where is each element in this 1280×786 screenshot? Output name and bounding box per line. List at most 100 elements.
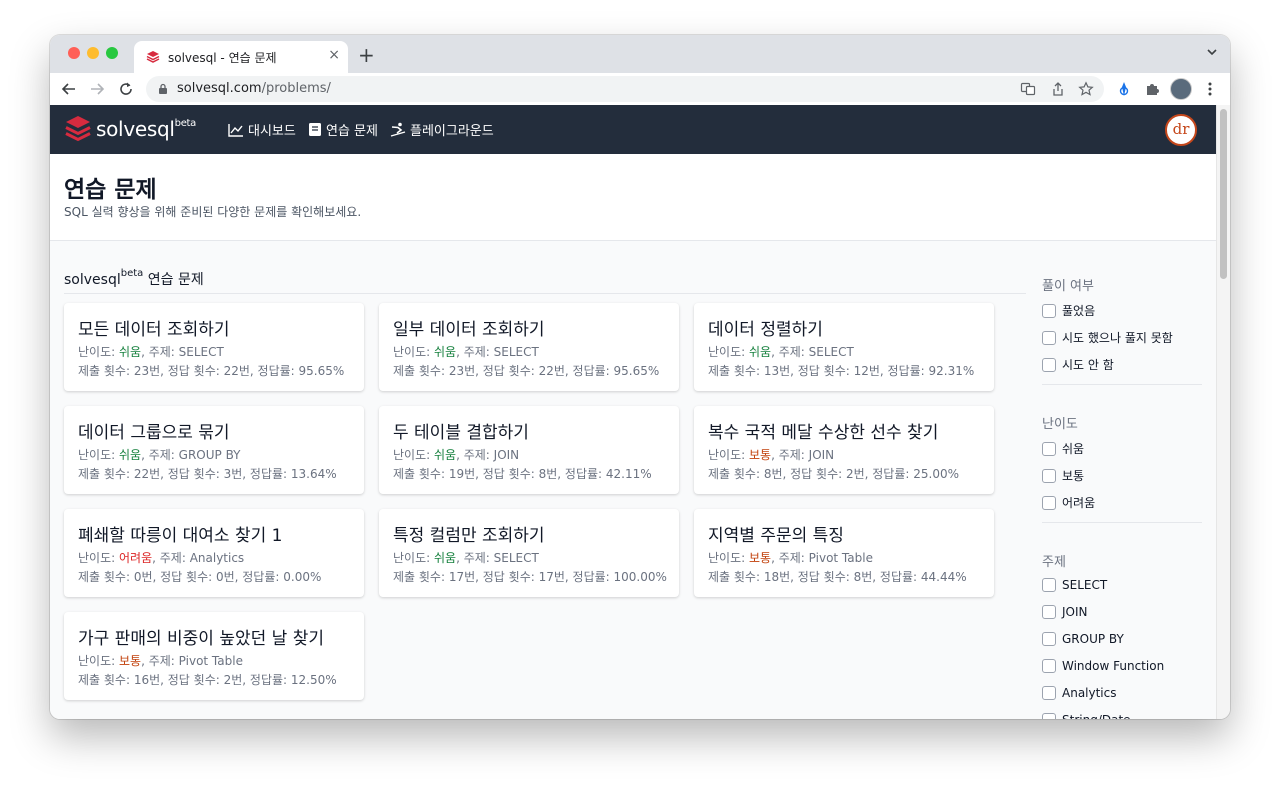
filter-option-topic[interactable]: SELECT (1042, 578, 1107, 592)
checkbox[interactable] (1042, 578, 1056, 592)
browser-window: solvesql - 연습 문제 × + solvesql.com/proble… (50, 35, 1230, 719)
problem-card[interactable]: 가구 판매의 비중이 높았던 날 찾기 난이도: 보통, 주제: Pivot Ta… (64, 612, 364, 700)
problem-stats: 제출 횟수: 22번, 정답 횟수: 3번, 정답률: 13.64% (78, 467, 337, 481)
filter-option-level[interactable]: 쉬움 (1042, 440, 1084, 457)
filter-option-solved[interactable]: 풀었음 (1042, 302, 1095, 319)
difficulty-label: 보통 (748, 551, 772, 565)
filter-option-topic[interactable]: JOIN (1042, 605, 1088, 619)
filter-option-solved[interactable]: 시도 했으나 풀지 못함 (1042, 329, 1173, 346)
problem-title[interactable]: 일부 데이터 조회하기 (393, 315, 545, 340)
difficulty-label: 쉬움 (118, 448, 142, 462)
problem-title[interactable]: 데이터 그룹으로 묶기 (78, 418, 230, 443)
problem-title[interactable]: 가구 판매의 비중이 높았던 날 찾기 (78, 624, 324, 649)
nav-problems[interactable]: 연습 문제 (308, 120, 378, 139)
close-window-button[interactable] (68, 47, 80, 59)
scrollbar-thumb[interactable] (1220, 109, 1227, 279)
address-bar[interactable]: solvesql.com/problems/ (146, 76, 1104, 102)
checkbox[interactable] (1042, 713, 1056, 719)
page-scrollbar[interactable] (1216, 105, 1230, 719)
problem-card[interactable]: 데이터 정렬하기난이도: 쉬움, 주제: SELECT 제출 횟수: 13번, 정… (694, 303, 994, 391)
problem-meta: 난이도: 쉬움, 주제: SELECT (78, 345, 224, 359)
filter-option-solved[interactable]: 시도 안 함 (1042, 356, 1114, 373)
site-logo[interactable]: solvesqlbeta (96, 117, 196, 141)
maximize-window-button[interactable] (106, 47, 118, 59)
difficulty-label: 보통 (748, 448, 772, 462)
topic-label: Pivot Table (178, 654, 243, 668)
problem-title[interactable]: 복수 국적 메달 수상한 선수 찾기 (708, 418, 938, 443)
book-icon (309, 123, 321, 136)
problem-card[interactable]: 지역별 주문의 특징 난이도: 보통, 주제: Pivot Table 제출 횟수:… (694, 509, 994, 597)
share-icon[interactable] (1050, 81, 1066, 97)
filter-option-label: JOIN (1062, 605, 1088, 619)
solvesql-logo-icon[interactable] (65, 115, 91, 143)
chevron-down-icon[interactable] (1206, 46, 1218, 58)
problem-card[interactable]: 복수 국적 메달 수상한 선수 찾기 난이도: 보통, 주제: JOIN 제출 횟수… (694, 406, 994, 494)
back-arrow-icon[interactable] (60, 80, 78, 98)
checkbox[interactable] (1042, 357, 1056, 372)
problem-meta: 난이도: 쉬움, 주제: SELECT (393, 345, 539, 359)
nav-playground[interactable]: 플레이그라운드 (390, 120, 494, 139)
skier-icon (390, 122, 406, 137)
problem-meta: 난이도: 쉬움, 주제: SELECT (708, 345, 854, 359)
minimize-window-button[interactable] (87, 47, 99, 59)
topic-label: SELECT (493, 345, 539, 359)
filter-divider (1042, 384, 1202, 385)
filter-option-topic[interactable]: GROUP BY (1042, 632, 1124, 646)
filter-option-level[interactable]: 보통 (1042, 467, 1084, 484)
problem-card[interactable]: 특정 컬럼만 조회하기 난이도: 쉬움, 주제: SELECT 제출 횟수: 17번… (379, 509, 679, 597)
problem-card[interactable]: 모든 데이터 조회하기난이도: 쉬움, 주제: SELECT 제출 횟수: 23번… (64, 303, 364, 391)
tab-strip: solvesql - 연습 문제 × + (50, 35, 1230, 73)
new-tab-button[interactable]: + (358, 43, 375, 67)
puzzle-icon[interactable] (1144, 81, 1160, 97)
reload-icon[interactable] (117, 80, 135, 98)
nav-dashboard[interactable]: 대시보드 (228, 120, 296, 139)
checkbox[interactable] (1042, 659, 1056, 673)
page-content: solvesqlbeta 대시보드 연습 문제 플레이그라운드 dr 연습 문제… (50, 105, 1217, 719)
browser-tab[interactable]: solvesql - 연습 문제 × (134, 41, 348, 73)
problem-stats: 제출 횟수: 16번, 정답 횟수: 2번, 정답률: 12.50% (78, 673, 337, 687)
filter-option-topic[interactable]: String/Date (1042, 713, 1131, 719)
problem-stats: 제출 횟수: 23번, 정답 횟수: 22번, 정답률: 95.65% (78, 364, 345, 378)
user-avatar[interactable]: dr (1165, 114, 1197, 146)
problem-title[interactable]: 지역별 주문의 특징 (708, 521, 844, 546)
lock-icon[interactable] (158, 83, 168, 95)
checkbox[interactable] (1042, 605, 1056, 619)
checkbox[interactable] (1042, 632, 1056, 646)
checkbox[interactable] (1042, 441, 1056, 456)
problem-title[interactable]: 모든 데이터 조회하기 (78, 315, 230, 340)
problem-title[interactable]: 두 테이블 결합하기 (393, 418, 529, 443)
translate-icon[interactable] (1020, 81, 1036, 97)
problem-title[interactable]: 폐쇄할 따릉이 대여소 찾기 1 (78, 521, 282, 546)
problem-stats: 제출 횟수: 13번, 정답 횟수: 12번, 정답률: 92.31% (708, 364, 975, 378)
filter-option-topic[interactable]: Window Function (1042, 659, 1164, 673)
difficulty-label: 쉬움 (748, 345, 772, 359)
filter-option-label: 보통 (1062, 469, 1085, 483)
forward-arrow-icon[interactable] (88, 80, 106, 98)
filter-option-label: GROUP BY (1062, 632, 1124, 646)
tab-close-icon[interactable]: × (328, 47, 340, 63)
kebab-menu-icon[interactable] (1202, 81, 1218, 97)
checkbox[interactable] (1042, 303, 1056, 318)
problem-stats: 제출 횟수: 8번, 정답 횟수: 2번, 정답률: 25.00% (708, 467, 960, 481)
filter-option-label: 시도 안 함 (1062, 358, 1114, 372)
profile-avatar[interactable] (1170, 78, 1192, 100)
section-title: solvesqlbeta 연습 문제 (64, 268, 204, 288)
checkbox[interactable] (1042, 686, 1056, 700)
difficulty-label: 쉬움 (118, 345, 142, 359)
problem-card[interactable]: 두 테이블 결합하기 난이도: 쉬움, 주제: JOIN 제출 횟수: 19번, 정… (379, 406, 679, 494)
url-text[interactable]: solvesql.com/problems/ (177, 81, 331, 96)
extension-icon[interactable] (1116, 81, 1132, 97)
filter-option-level[interactable]: 어려움 (1042, 494, 1095, 511)
checkbox[interactable] (1042, 468, 1056, 483)
problem-title[interactable]: 특정 컬럼만 조회하기 (393, 521, 545, 546)
problem-card[interactable]: 일부 데이터 조회하기 난이도: 쉬움, 주제: SELECT 제출 횟수: 23번… (379, 303, 679, 391)
checkbox[interactable] (1042, 330, 1056, 345)
difficulty-label: 어려움 (118, 551, 153, 565)
filter-option-topic[interactable]: Analytics (1042, 686, 1117, 700)
bookmark-star-icon[interactable] (1078, 81, 1094, 97)
problem-card[interactable]: 폐쇄할 따릉이 대여소 찾기 1 난이도: 어려움, 주제: Analytics 제… (64, 509, 364, 597)
checkbox[interactable] (1042, 495, 1056, 510)
problem-card[interactable]: 데이터 그룹으로 묶기 난이도: 쉬움, 주제: GROUP BY 제출 횟수: 2… (64, 406, 364, 494)
topic-label: SELECT (493, 551, 539, 565)
problem-title[interactable]: 데이터 정렬하기 (708, 315, 823, 340)
